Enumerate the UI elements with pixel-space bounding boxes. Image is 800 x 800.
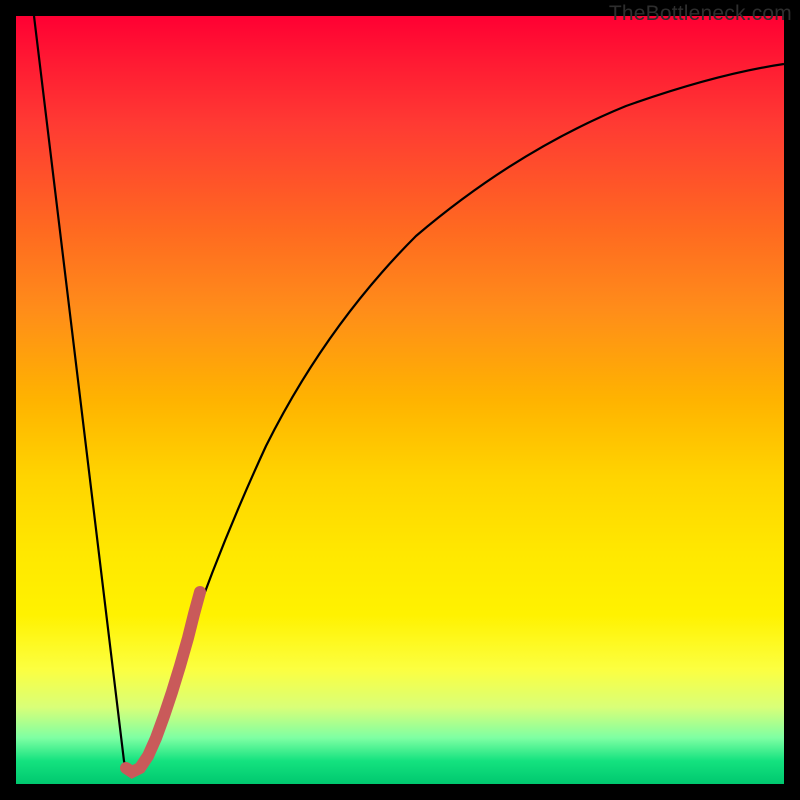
chart-frame: TheBottleneck.com <box>0 0 800 800</box>
watermark-text: TheBottleneck.com <box>609 2 792 26</box>
highlighted-segment-path <box>126 592 200 772</box>
bottleneck-curve-path <box>34 16 784 774</box>
plot-area <box>16 16 784 784</box>
chart-svg <box>16 16 784 784</box>
highlighted-segment-group <box>126 592 200 772</box>
